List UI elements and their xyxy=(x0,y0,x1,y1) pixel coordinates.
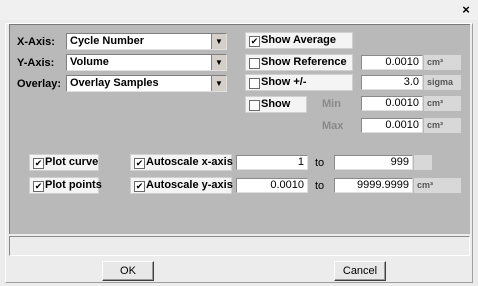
cancel-button[interactable]: Cancel xyxy=(334,261,386,281)
checkbox-box xyxy=(249,78,260,89)
min-unit: cm³ xyxy=(424,96,461,111)
autoscale-y-checkbox[interactable]: ✔ Autoscale y-axis xyxy=(130,177,233,194)
chevron-down-icon[interactable]: ▼ xyxy=(211,55,226,70)
y-to-field[interactable]: 9999.9999 xyxy=(334,178,413,193)
y-axis-select[interactable]: Volume ▼ xyxy=(66,54,227,71)
show-plusminus-checkbox[interactable]: Show +/- xyxy=(245,74,353,91)
x-unit xyxy=(414,155,432,170)
show-minmax-label: Show xyxy=(261,98,291,110)
reference-unit: cm³ xyxy=(424,55,461,70)
y-axis-label: Y-Axis: xyxy=(17,57,55,69)
check-icon: ✔ xyxy=(33,158,44,169)
overlay-select[interactable]: Overlay Samples ▼ xyxy=(66,75,227,92)
plot-points-label: Plot points xyxy=(45,179,102,191)
check-icon: ✔ xyxy=(134,181,145,192)
show-average-label: Show Average xyxy=(261,34,336,46)
title-bar xyxy=(0,0,478,20)
plot-curve-checkbox[interactable]: ✔ Plot curve xyxy=(29,154,99,171)
chevron-down-icon[interactable]: ▼ xyxy=(211,76,226,91)
sigma-unit: sigma xyxy=(424,75,461,90)
ok-button[interactable]: OK xyxy=(102,261,154,281)
show-plusminus-label: Show +/- xyxy=(261,76,307,88)
check-icon: ✔ xyxy=(249,36,260,47)
min-value-field[interactable]: 0.0010 xyxy=(361,96,423,111)
plot-curve-label: Plot curve xyxy=(45,156,99,168)
x-axis-select[interactable]: Cycle Number ▼ xyxy=(66,33,227,50)
overlay-label: Overlay: xyxy=(17,78,62,90)
x-to-field[interactable]: 999 xyxy=(334,155,413,170)
autoscale-y-label: Autoscale y-axis xyxy=(146,179,233,191)
chevron-down-icon[interactable]: ▼ xyxy=(211,34,226,49)
sigma-value-field[interactable]: 3.0 xyxy=(361,75,423,90)
plot-points-checkbox[interactable]: ✔ Plot points xyxy=(29,177,102,194)
show-reference-checkbox[interactable]: Show Reference xyxy=(245,54,353,71)
check-icon: ✔ xyxy=(33,181,44,192)
autoscale-x-checkbox[interactable]: ✔ Autoscale x-axis xyxy=(130,154,233,171)
check-icon: ✔ xyxy=(134,158,145,169)
checkbox-box xyxy=(249,58,260,69)
show-average-checkbox[interactable]: ✔ Show Average xyxy=(245,32,353,49)
x-to-label: to xyxy=(315,157,325,169)
x-from-field[interactable]: 1 xyxy=(236,155,308,170)
overlay-value: Overlay Samples xyxy=(70,77,159,89)
y-unit: cm³ xyxy=(414,178,461,193)
autoscale-x-label: Autoscale x-axis xyxy=(146,156,233,168)
show-reference-label: Show Reference xyxy=(261,56,347,68)
y-to-label: to xyxy=(315,180,325,192)
y-from-field[interactable]: 0.0010 xyxy=(236,178,308,193)
x-axis-value: Cycle Number xyxy=(70,35,144,47)
x-axis-label: X-Axis: xyxy=(17,36,55,48)
max-value-field[interactable]: 0.0010 xyxy=(361,118,423,133)
reference-value-field[interactable]: 0.0010 xyxy=(361,55,423,70)
min-label: Min xyxy=(322,98,341,110)
close-icon[interactable]: × xyxy=(458,3,474,17)
checkbox-box xyxy=(249,100,260,111)
status-bar xyxy=(9,236,470,256)
max-label: Max xyxy=(322,120,344,132)
max-unit: cm³ xyxy=(424,118,461,133)
y-axis-value: Volume xyxy=(70,56,109,68)
show-minmax-checkbox[interactable]: Show xyxy=(245,96,307,113)
